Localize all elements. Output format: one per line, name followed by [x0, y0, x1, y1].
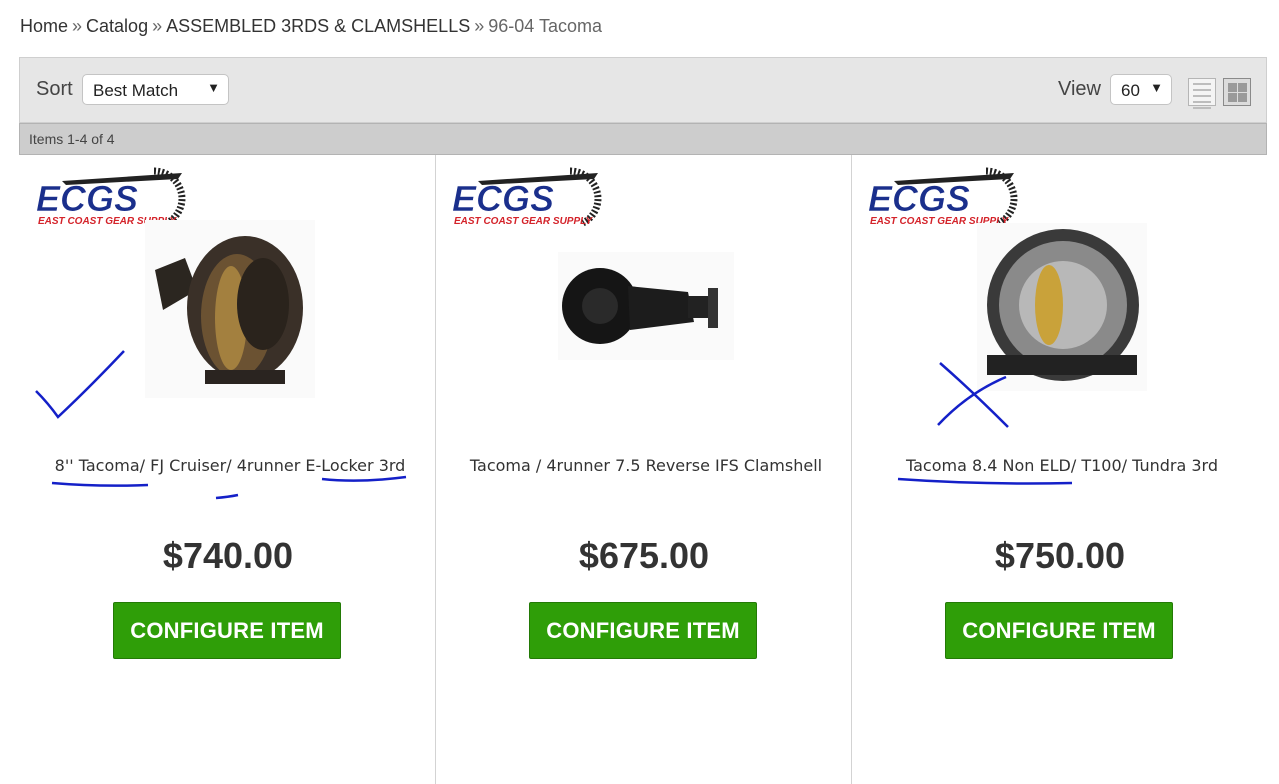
- breadcrumb-current: 96-04 Tacoma: [488, 16, 602, 36]
- product-card: ECGS EAST COAST GEAR SUPPLY Tacoma / 4ru…: [435, 155, 852, 784]
- logo-text: ECGS: [452, 178, 554, 219]
- product-price: $750.00: [994, 535, 1126, 576]
- grid-view-icon[interactable]: [1223, 78, 1251, 106]
- logo-subtext: EAST COAST GEAR SUPPLY: [454, 216, 593, 227]
- configure-item-button[interactable]: CONFIGURE ITEM: [529, 602, 757, 659]
- breadcrumb-catalog-link[interactable]: Catalog: [86, 16, 148, 36]
- chevron-down-icon: ▼: [207, 80, 220, 95]
- differential-3rd-member-icon[interactable]: [145, 220, 315, 398]
- breadcrumb-category-link[interactable]: ASSEMBLED 3RDS & CLAMSHELLS: [166, 16, 470, 36]
- catalog-toolbar: Sort Best Match ▼ View 60 ▼: [19, 57, 1267, 123]
- product-card: ECGS EAST COAST GEAR SUPPLY Tacoma 8.4 N…: [851, 155, 1268, 784]
- ecgs-logo: ECGS EAST COAST GEAR SUPPLY: [452, 167, 602, 227]
- chevron-down-icon: ▼: [1150, 80, 1163, 95]
- view-select-value: 60: [1121, 81, 1140, 100]
- product-title-link[interactable]: 8'' Tacoma/ FJ Cruiser/ 4runner E-Locker…: [40, 453, 420, 478]
- product-card: ECGS EAST COAST GEAR SUPPLY 8'' Tacoma/ …: [20, 155, 436, 784]
- logo-text: ECGS: [868, 178, 970, 219]
- configure-item-button[interactable]: CONFIGURE ITEM: [945, 602, 1173, 659]
- view-label: View: [1058, 78, 1101, 100]
- ecgs-logo: ECGS EAST COAST GEAR SUPPLY: [36, 167, 186, 227]
- breadcrumb-home-link[interactable]: Home: [20, 16, 68, 36]
- configure-item-button[interactable]: CONFIGURE ITEM: [113, 602, 341, 659]
- ecgs-logo: ECGS EAST COAST GEAR SUPPLY: [868, 167, 1018, 227]
- product-price: $675.00: [578, 535, 710, 576]
- product-title-link[interactable]: Tacoma / 4runner 7.5 Reverse IFS Clamshe…: [456, 453, 836, 478]
- breadcrumb-separator: »: [72, 16, 83, 36]
- clamshell-differential-icon[interactable]: [558, 252, 734, 360]
- sort-select[interactable]: Best Match ▼: [82, 74, 229, 105]
- breadcrumb: Home» Catalog» ASSEMBLED 3RDS & CLAMSHELLS…: [20, 16, 602, 37]
- differential-open-carrier-icon[interactable]: [977, 223, 1147, 391]
- sort-label: Sort: [36, 78, 73, 100]
- product-title-link[interactable]: Tacoma 8.4 Non ELD/ T100/ Tundra 3rd: [872, 453, 1252, 478]
- view-count-select[interactable]: 60 ▼: [1110, 74, 1172, 105]
- breadcrumb-separator: »: [474, 16, 485, 36]
- sort-select-value: Best Match: [93, 81, 179, 100]
- items-count: Items 1-4 of 4: [19, 123, 1267, 155]
- product-price: $740.00: [162, 535, 294, 576]
- list-view-icon[interactable]: [1188, 78, 1216, 109]
- logo-text: ECGS: [36, 178, 138, 219]
- breadcrumb-separator: »: [152, 16, 163, 36]
